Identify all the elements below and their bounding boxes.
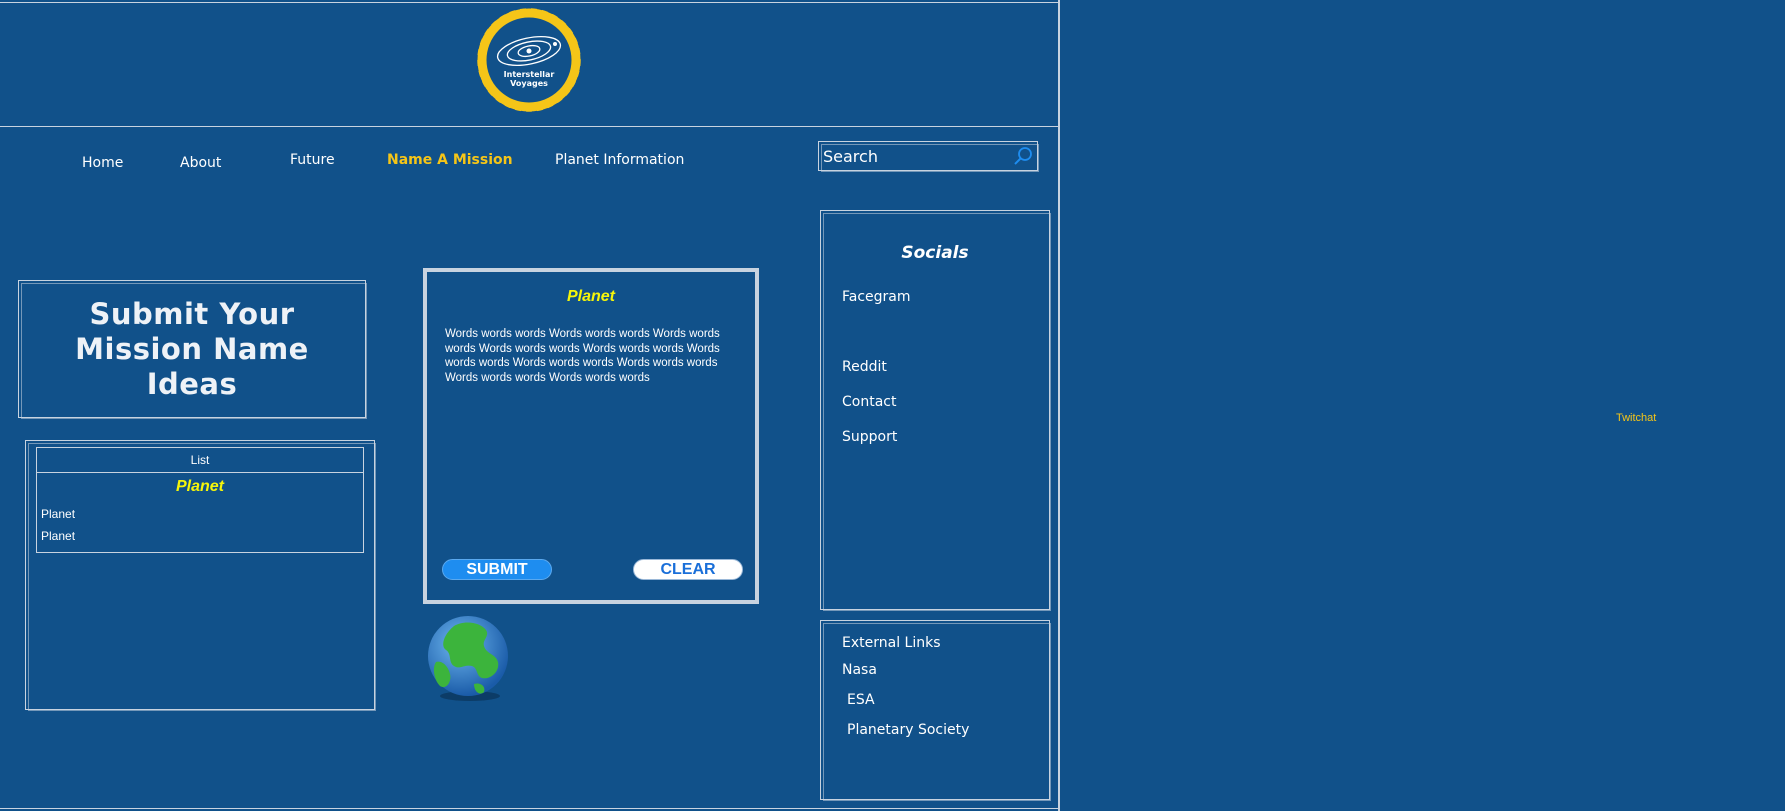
nav-about[interactable]: About: [180, 155, 221, 171]
list-title: Planet: [175, 478, 224, 495]
search-input[interactable]: [823, 145, 1003, 167]
socials-panel: Socials Facegram Reddit Contact Support: [820, 210, 1051, 611]
link-esa[interactable]: ESA: [847, 692, 875, 708]
bottom-border: [0, 808, 1060, 809]
clear-button[interactable]: CLEAR: [633, 559, 743, 580]
list-header: List: [37, 448, 363, 473]
link-facegram[interactable]: Facegram: [842, 289, 911, 305]
top-border: [0, 2, 1060, 3]
search-icon[interactable]: [1013, 146, 1033, 166]
planet-card-title: Planet: [566, 288, 615, 305]
logo-ring-icon: [477, 8, 581, 112]
nav-home[interactable]: Home: [82, 155, 123, 171]
external-links-panel: External Links Nasa ESA Planetary Societ…: [820, 620, 1051, 801]
search-box: [818, 141, 1039, 172]
logo-text-line2: Voyages: [510, 79, 548, 88]
link-twitchat[interactable]: Twitchat: [1616, 412, 1656, 424]
logo-text-line1: Interstellar: [503, 70, 555, 79]
link-reddit[interactable]: Reddit: [842, 359, 887, 375]
submit-button[interactable]: SUBMIT: [442, 559, 552, 580]
list-item[interactable]: Planet: [37, 523, 363, 549]
planet-card-body: Words words words Words words words Word…: [445, 328, 720, 384]
mission-title: Submit Your Mission Name Ideas: [75, 296, 309, 401]
link-nasa[interactable]: Nasa: [842, 662, 877, 678]
globe-icon: [428, 616, 508, 701]
socials-title: Socials: [901, 243, 969, 263]
link-planetary-society[interactable]: Planetary Society: [847, 722, 969, 738]
link-contact[interactable]: Contact: [842, 394, 896, 410]
nav-future[interactable]: Future: [290, 152, 335, 168]
header-divider: [0, 126, 1060, 127]
nav-name-a-mission[interactable]: Name A Mission: [387, 152, 513, 168]
mission-title-panel: Submit Your Mission Name Ideas: [18, 280, 367, 419]
external-links-title: External Links: [842, 635, 941, 651]
link-support[interactable]: Support: [842, 429, 897, 445]
list-table: List Planet Planet Planet: [36, 447, 364, 553]
list-panel: List Planet Planet Planet: [25, 440, 376, 711]
interstellar-voyages-logo[interactable]: Interstellar Voyages: [474, 6, 584, 114]
planet-card: Planet Words words words Words words wor…: [423, 268, 759, 604]
nav-planet-information[interactable]: Planet Information: [555, 152, 684, 168]
